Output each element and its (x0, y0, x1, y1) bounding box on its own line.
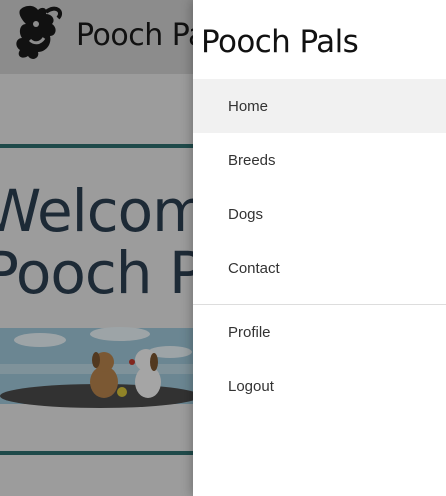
nav-item-label: Breeds (228, 151, 276, 169)
nav-item-breeds[interactable]: Breeds (193, 133, 446, 187)
nav-item-label: Logout (228, 377, 274, 395)
nav-item-dogs[interactable]: Dogs (193, 187, 446, 241)
nav-item-label: Home (228, 97, 269, 115)
nav-item-home[interactable]: Home (193, 79, 446, 133)
drawer-title: Pooch Pals (201, 24, 359, 60)
navigation-drawer: Pooch Pals Home Breeds Dogs Contact Prof… (193, 0, 446, 496)
nav-item-logout[interactable]: Logout (193, 359, 446, 413)
drawer-secondary-nav: Profile Logout (193, 305, 446, 413)
drawer-primary-nav: Home Breeds Dogs Contact (193, 79, 446, 295)
nav-item-contact[interactable]: Contact (193, 241, 446, 295)
nav-item-label: Dogs (228, 205, 264, 223)
nav-item-label: Contact (228, 259, 280, 277)
nav-item-label: Profile (228, 323, 271, 341)
nav-item-profile[interactable]: Profile (193, 305, 446, 359)
